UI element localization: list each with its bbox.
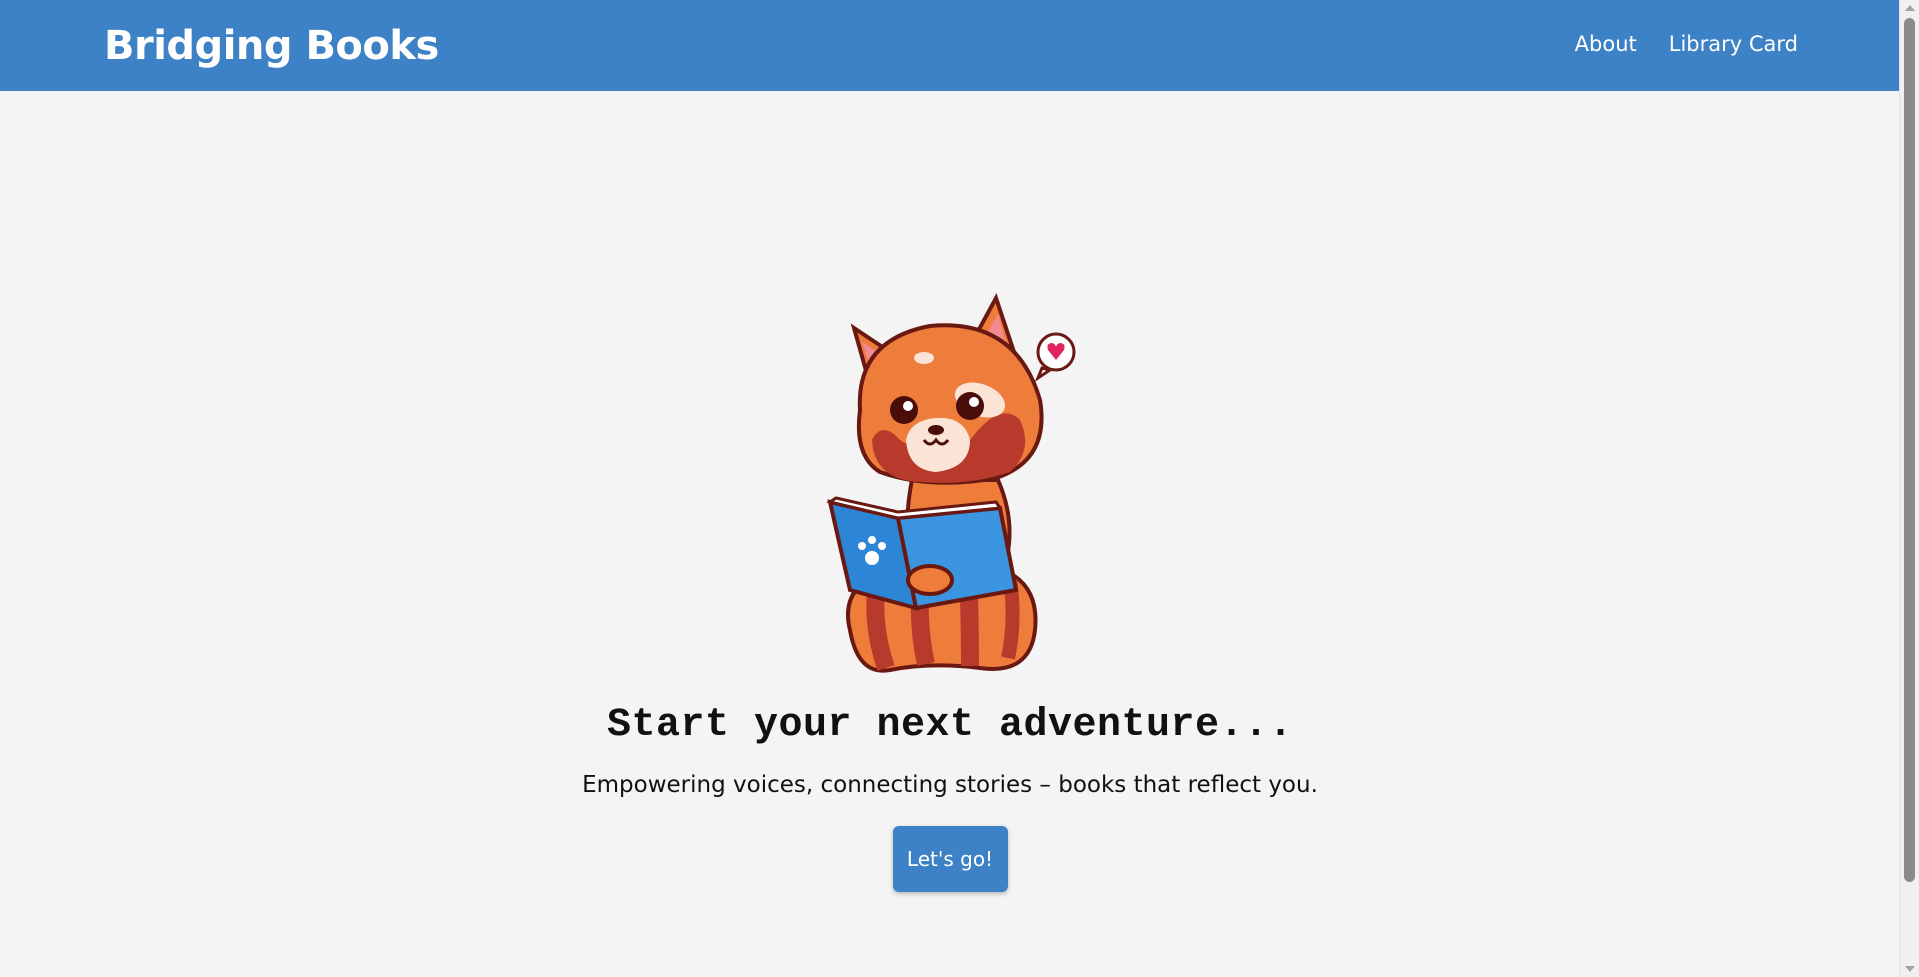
hero-tagline: Empowering voices, connecting stories – … <box>582 772 1318 798</box>
scroll-down-arrow-icon[interactable] <box>1905 966 1915 972</box>
scroll-up-arrow-icon[interactable] <box>1905 5 1915 11</box>
head <box>850 292 1044 485</box>
lets-go-button[interactable]: Let's go! <box>892 826 1008 892</box>
hero-headline: Start your next adventure... <box>606 703 1294 748</box>
vertical-scrollbar[interactable] <box>1899 0 1919 977</box>
hero-section: Start your next adventure... Empowering … <box>0 290 1900 892</box>
navbar: Bridging Books About Library Card <box>0 0 1900 91</box>
heart-bubble-icon <box>1034 332 1076 382</box>
brand-logo[interactable]: Bridging Books <box>104 22 439 70</box>
nav-link-library-card[interactable]: Library Card <box>1669 30 1798 58</box>
browser-viewport: Bridging Books About Library Card Start … <box>0 0 1919 977</box>
scroll-thumb[interactable] <box>1904 18 1915 882</box>
red-panda-reading-book-icon <box>826 292 1076 673</box>
nav-links: About Library Card <box>1575 30 1798 58</box>
page: Bridging Books About Library Card Start … <box>0 0 1900 977</box>
nav-link-about[interactable]: About <box>1575 30 1637 58</box>
